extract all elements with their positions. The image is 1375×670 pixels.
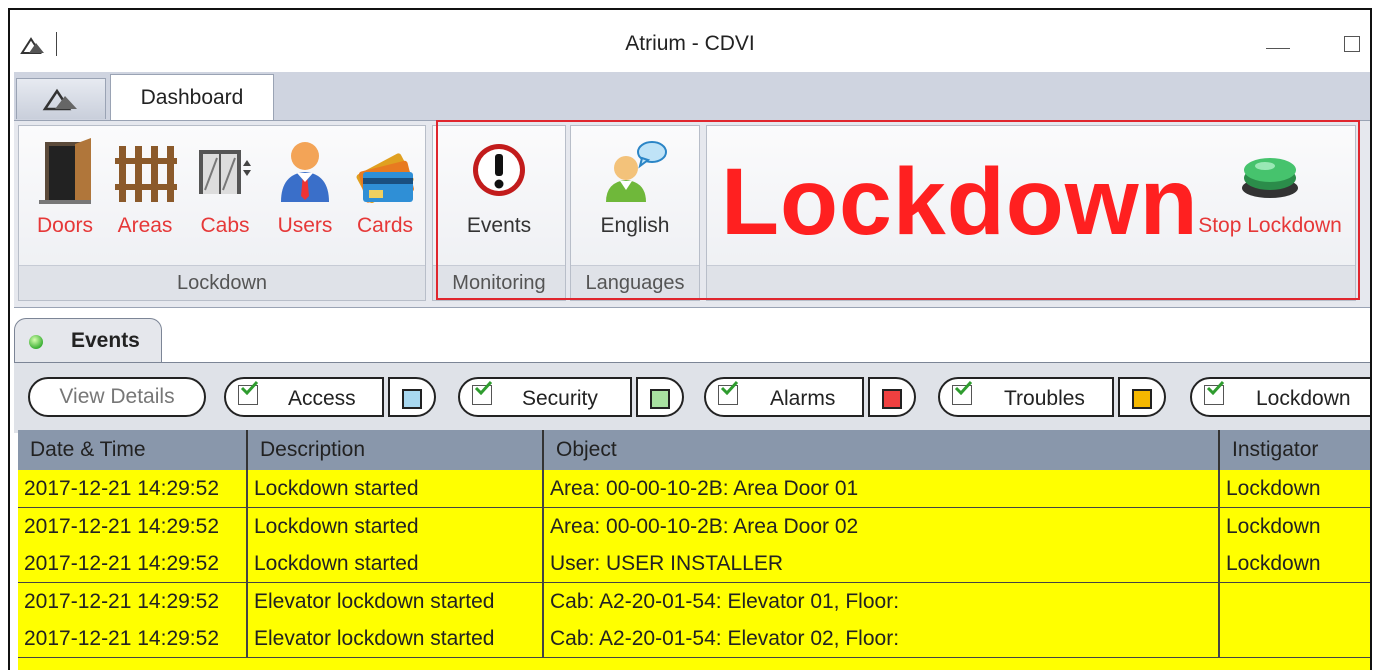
atrium-logo-icon — [41, 87, 81, 111]
column-header-object[interactable]: Object — [544, 430, 1220, 470]
cell-object: User: USER INSTALLER — [544, 545, 1220, 582]
filter-troubles: Troubles — [938, 377, 1168, 417]
security-color-button[interactable] — [636, 377, 684, 417]
areas-button[interactable]: Areas — [107, 136, 183, 238]
users-button[interactable]: Users — [267, 136, 343, 238]
access-toggle[interactable]: Access — [224, 377, 384, 417]
color-swatch — [1132, 389, 1152, 409]
color-swatch — [882, 389, 902, 409]
checkmark-icon — [720, 381, 738, 395]
cell-instigator — [1220, 620, 1370, 657]
maximize-button[interactable] — [1336, 30, 1372, 60]
doors-button[interactable]: Doors — [27, 136, 103, 238]
users-label: Users — [267, 214, 343, 238]
column-header-description[interactable]: Description — [248, 430, 544, 470]
elevator-icon — [193, 136, 257, 206]
view-details-button[interactable]: View Details — [28, 377, 206, 417]
troubles-toggle[interactable]: Troubles — [938, 377, 1114, 417]
cell-description: Lockdown started — [248, 470, 544, 507]
table-row[interactable] — [18, 658, 1370, 670]
cards-label: Cards — [347, 214, 423, 238]
cell-object: Cab: A2-20-01-54: Elevator 01, Floor: — [544, 583, 1220, 620]
tab-events[interactable]: Events — [14, 318, 162, 363]
alarms-toggle[interactable]: Alarms — [704, 377, 864, 417]
lockdown-filter-label: Lockdown — [1256, 387, 1351, 411]
cell-object: Area: 00-00-10-2B: Area Door 02 — [544, 508, 1220, 545]
cell-description: Elevator lockdown started — [248, 583, 544, 620]
filter-lockdown: Lockdown — [1190, 377, 1370, 417]
troubles-label: Troubles — [1004, 387, 1085, 411]
alarms-color-button[interactable] — [868, 377, 916, 417]
minimize-button[interactable] — [1258, 30, 1298, 60]
cell-instigator: Lockdown — [1220, 470, 1370, 507]
highlight-frame — [436, 120, 1360, 300]
ribbon: Doors Areas — [14, 120, 1370, 308]
security-toggle[interactable]: Security — [458, 377, 632, 417]
filter-security: Security — [458, 377, 686, 417]
cell-description: Lockdown started — [248, 545, 544, 582]
column-header-datetime[interactable]: Date & Time — [18, 430, 248, 470]
lockdown-group-label: Lockdown — [19, 265, 425, 300]
tab-dashboard[interactable]: Dashboard — [110, 74, 274, 123]
cell-description: Lockdown started — [248, 508, 544, 545]
cards-icon — [353, 136, 417, 206]
filter-access: Access — [224, 377, 436, 417]
checkmark-icon — [954, 381, 972, 395]
cell-instigator — [1220, 583, 1370, 620]
cell-datetime: 2017-12-21 14:29:52 — [18, 545, 248, 582]
filter-alarms: Alarms — [704, 377, 920, 417]
title-bar: Atrium - CDVI — [10, 10, 1370, 72]
status-indicator-icon — [29, 335, 43, 349]
table-row[interactable]: 2017-12-21 14:29:52Elevator lockdown sta… — [18, 620, 1370, 658]
lockdown-toggle[interactable]: Lockdown — [1190, 377, 1372, 417]
security-label: Security — [522, 387, 598, 411]
cell-object: Area: 00-00-10-2B: Area Door 01 — [544, 470, 1220, 507]
cell-instigator: Lockdown — [1220, 508, 1370, 545]
cell-instigator: Lockdown — [1220, 545, 1370, 582]
table-row[interactable]: 2017-12-21 14:29:52Elevator lockdown sta… — [18, 583, 1370, 621]
events-tab-label: Events — [71, 329, 140, 353]
cabs-label: Cabs — [187, 214, 263, 238]
table-header: Date & Time Description Object Instigato… — [18, 430, 1370, 470]
access-label: Access — [288, 387, 356, 411]
fence-icon — [113, 136, 177, 206]
checkmark-icon — [240, 381, 258, 395]
doors-label: Doors — [27, 214, 103, 238]
table-row[interactable]: 2017-12-21 14:29:52Lockdown startedArea:… — [18, 508, 1370, 546]
access-color-button[interactable] — [388, 377, 436, 417]
event-filter-bar: View Details Access Security Alarms — [14, 362, 1370, 433]
cards-button[interactable]: Cards — [347, 136, 423, 238]
cell-datetime: 2017-12-21 14:29:52 — [18, 583, 248, 620]
checkmark-icon — [474, 381, 492, 395]
alarms-label: Alarms — [770, 387, 835, 411]
window-title: Atrium - CDVI — [10, 32, 1370, 56]
cell-description: Elevator lockdown started — [248, 620, 544, 657]
user-icon — [275, 136, 335, 206]
ribbon-tab-row: Dashboard — [14, 72, 1370, 122]
cabs-button[interactable]: Cabs — [187, 136, 263, 238]
application-menu-tab[interactable] — [16, 78, 106, 119]
cell-object: Cab: A2-20-01-54: Elevator 02, Floor: — [544, 620, 1220, 657]
areas-label: Areas — [107, 214, 183, 238]
checkmark-icon — [1206, 381, 1224, 395]
app-window: Atrium - CDVI Dashboard Doors — [8, 8, 1372, 670]
color-swatch — [650, 389, 670, 409]
door-icon — [35, 136, 95, 206]
table-row[interactable]: 2017-12-21 14:29:52Lockdown startedArea:… — [18, 470, 1370, 508]
lockdown-group: Doors Areas — [18, 125, 426, 301]
cell-datetime: 2017-12-21 14:29:52 — [18, 620, 248, 657]
cell-datetime: 2017-12-21 14:29:52 — [18, 508, 248, 545]
color-swatch — [402, 389, 422, 409]
table-row[interactable]: 2017-12-21 14:29:52Lockdown startedUser:… — [18, 545, 1370, 583]
column-header-instigator[interactable]: Instigator — [1220, 430, 1370, 470]
cell-datetime: 2017-12-21 14:29:52 — [18, 470, 248, 507]
troubles-color-button[interactable] — [1118, 377, 1166, 417]
